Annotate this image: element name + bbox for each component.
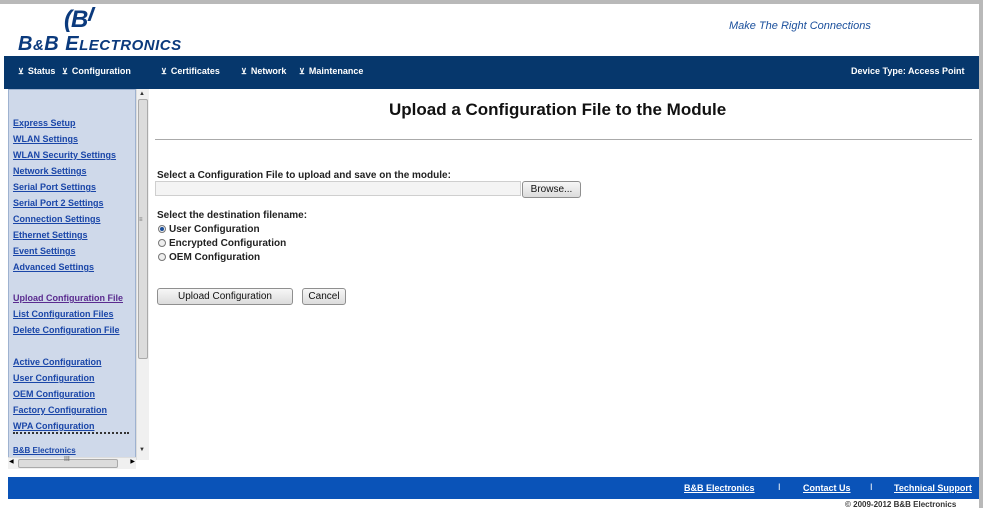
select-file-label: Select a Configuration File to upload an… xyxy=(157,170,451,181)
radio-unchecked-icon[interactable] xyxy=(158,239,166,247)
window-right-frame xyxy=(979,0,983,508)
page-footer: B&B Electronics I Contact Us I Technical… xyxy=(8,477,979,499)
sidebar-divider xyxy=(13,432,129,434)
footer-link-bb-electronics[interactable]: B&B Electronics xyxy=(684,483,755,493)
radio-unchecked-icon[interactable] xyxy=(158,253,166,261)
sidebar-item-express-setup[interactable]: Express Setup xyxy=(13,118,76,128)
logo-mark-icon: (B xyxy=(64,6,99,34)
sidebar-item-connection-settings[interactable]: Connection Settings xyxy=(13,214,101,224)
footer-link-technical-support[interactable]: Technical Support xyxy=(894,483,972,493)
sidebar-item-serial-port[interactable]: Serial Port Settings xyxy=(13,182,96,192)
sidebar-item-ethernet-settings[interactable]: Ethernet Settings xyxy=(13,230,88,240)
chevron-down-icon: ⊻ xyxy=(241,67,247,76)
scrollbar-thumb[interactable] xyxy=(138,99,148,359)
page-title: Upload a Configuration File to the Modul… xyxy=(389,100,727,119)
sidebar-item-upload-config[interactable]: Upload Configuration File xyxy=(13,293,123,303)
sidebar-item-serial-port-2[interactable]: Serial Port 2 Settings xyxy=(13,198,104,208)
tagline: Make The Right Connections xyxy=(729,20,871,32)
footer-separator: I xyxy=(778,482,781,492)
chevron-down-icon: ⊻ xyxy=(161,67,167,76)
chevron-down-icon: ⊻ xyxy=(299,67,305,76)
device-type-label: Device Type: Access Point xyxy=(851,66,965,76)
top-navbar: ⊻ Status ⊻ Configuration ⊻ Certificates ⊻ Ne… xyxy=(4,56,979,89)
bb-logo: (B B&B ELECTRONICS xyxy=(12,6,212,55)
sidebar-item-advanced-settings[interactable]: Advanced Settings xyxy=(13,262,94,272)
scroll-left-icon[interactable]: ◀ xyxy=(9,458,14,465)
destination-label: Select the destination filename: xyxy=(157,210,308,221)
sidebar-item-wlan-security[interactable]: WLAN Security Settings xyxy=(13,150,116,160)
file-path-input[interactable] xyxy=(155,181,521,196)
page-header: (B B&B ELECTRONICS Make The Right Connec… xyxy=(4,4,979,56)
nav-configuration[interactable]: ⊻ Configuration xyxy=(62,66,131,76)
chevron-down-icon: ⊻ xyxy=(18,67,24,76)
scroll-down-icon[interactable]: ▼ xyxy=(139,447,145,453)
sidebar-panel: Express Setup WLAN Settings WLAN Securit… xyxy=(8,89,136,458)
upload-configuration-button[interactable]: Upload Configuration xyxy=(157,288,293,305)
sidebar-bottom-link[interactable]: B&B Electronics xyxy=(13,446,76,455)
sidebar-item-oem-config[interactable]: OEM Configuration xyxy=(13,389,95,399)
sidebar-item-active-config[interactable]: Active Configuration xyxy=(13,357,102,367)
scroll-up-icon[interactable]: ▲ xyxy=(139,91,145,97)
sidebar-item-network-settings[interactable]: Network Settings xyxy=(13,166,87,176)
sidebar-item-wpa-config[interactable]: WPA Configuration xyxy=(13,421,94,431)
sidebar-item-event-settings[interactable]: Event Settings xyxy=(13,246,76,256)
sidebar-item-user-config[interactable]: User Configuration xyxy=(13,373,95,383)
cancel-button[interactable]: Cancel xyxy=(302,288,346,305)
sidebar-item-wlan-settings[interactable]: WLAN Settings xyxy=(13,134,78,144)
nav-certificates[interactable]: ⊻ Certificates xyxy=(161,66,220,76)
radio-oem-configuration[interactable]: OEM Configuration xyxy=(158,252,260,263)
logo-wordmark: B&B ELECTRONICS xyxy=(18,33,182,55)
nav-maintenance[interactable]: ⊻ Maintenance xyxy=(299,66,363,76)
scroll-grip-icon: ≡ xyxy=(139,217,143,223)
browse-button[interactable]: Browse... xyxy=(522,181,581,198)
radio-user-configuration[interactable]: User Configuration xyxy=(158,224,260,235)
sidebar: Express Setup WLAN Settings WLAN Securit… xyxy=(8,89,148,469)
footer-link-contact-us[interactable]: Contact Us xyxy=(803,483,851,493)
scroll-right-icon[interactable]: ▶ xyxy=(130,458,135,465)
sidebar-item-factory-config[interactable]: Factory Configuration xyxy=(13,405,107,415)
title-divider xyxy=(155,139,972,140)
chevron-down-icon: ⊻ xyxy=(62,67,68,76)
sidebar-horizontal-scrollbar[interactable]: ◀ III ▶ xyxy=(8,456,136,469)
nav-status[interactable]: ⊻ Status xyxy=(18,66,55,76)
radio-checked-icon[interactable] xyxy=(158,225,166,233)
footer-separator: I xyxy=(870,482,873,492)
hscroll-grip-icon: III xyxy=(64,456,70,463)
nav-network[interactable]: ⊻ Network xyxy=(241,66,286,76)
copyright-text: © 2009-2012 B&B Electronics xyxy=(845,500,957,508)
sidebar-vertical-scrollbar[interactable]: ▲ ≡ ▼ xyxy=(136,89,149,460)
radio-encrypted-configuration[interactable]: Encrypted Configuration xyxy=(158,238,286,249)
sidebar-item-list-config[interactable]: List Configuration Files xyxy=(13,309,114,319)
sidebar-item-delete-config[interactable]: Delete Configuration File xyxy=(13,325,120,335)
